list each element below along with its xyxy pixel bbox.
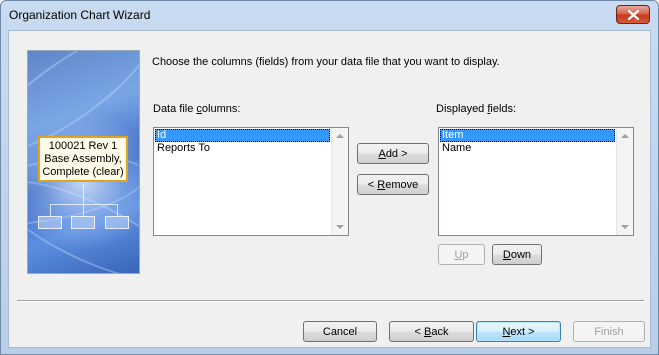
org-node-right [105, 216, 129, 229]
up-button[interactable]: Up [438, 244, 485, 265]
wizard-client-area: 100021 Rev 1 Base Assembly, Complete (cl… [8, 30, 651, 348]
org-node-middle [71, 216, 95, 229]
scroll-up-arrow-icon[interactable] [336, 134, 344, 138]
list-item[interactable]: Reports To [155, 142, 330, 155]
cancel-button[interactable]: Cancel [303, 321, 377, 342]
footer-separator [17, 300, 644, 302]
next-button[interactable]: Next > [476, 321, 561, 342]
displayed-fields-list[interactable]: Item Name [438, 127, 634, 236]
data-file-columns-list[interactable]: Id Reports To [153, 127, 349, 236]
list-item[interactable]: Item [440, 129, 615, 142]
wizard-side-image: 100021 Rev 1 Base Assembly, Complete (cl… [27, 50, 140, 274]
sample-org-card: 100021 Rev 1 Base Assembly, Complete (cl… [38, 136, 128, 182]
card-line-1: 100021 Rev 1 [48, 140, 118, 152]
instruction-text: Choose the columns (fields) from your da… [152, 56, 500, 68]
add-button[interactable]: Add > [357, 143, 429, 164]
list-item[interactable]: Name [440, 142, 615, 155]
card-line-3: Complete (clear) [42, 166, 124, 178]
down-button[interactable]: Down [492, 244, 542, 265]
org-node-left [38, 216, 62, 229]
scroll-up-arrow-icon[interactable] [621, 134, 629, 138]
displayed-list-scrollbar[interactable] [616, 128, 633, 235]
title-bar: Organization Chart Wizard [1, 1, 658, 30]
close-button[interactable] [616, 5, 650, 24]
window-title: Organization Chart Wizard [9, 8, 151, 22]
close-icon [627, 9, 639, 20]
data-file-columns-label: Data file columns: [153, 103, 241, 115]
wizard-window: Organization Chart Wizard 100021 Rev 1 B… [0, 0, 659, 355]
displayed-fields-label: Displayed fields: [436, 103, 517, 115]
remove-button[interactable]: < Remove [357, 174, 429, 195]
card-line-2: Base Assembly, [44, 153, 122, 165]
list-item[interactable]: Id [155, 129, 330, 142]
finish-button[interactable]: Finish [573, 321, 645, 342]
scroll-down-arrow-icon[interactable] [336, 225, 344, 229]
scroll-down-arrow-icon[interactable] [621, 225, 629, 229]
source-list-scrollbar[interactable] [331, 128, 348, 235]
back-button[interactable]: < Back [389, 321, 474, 342]
